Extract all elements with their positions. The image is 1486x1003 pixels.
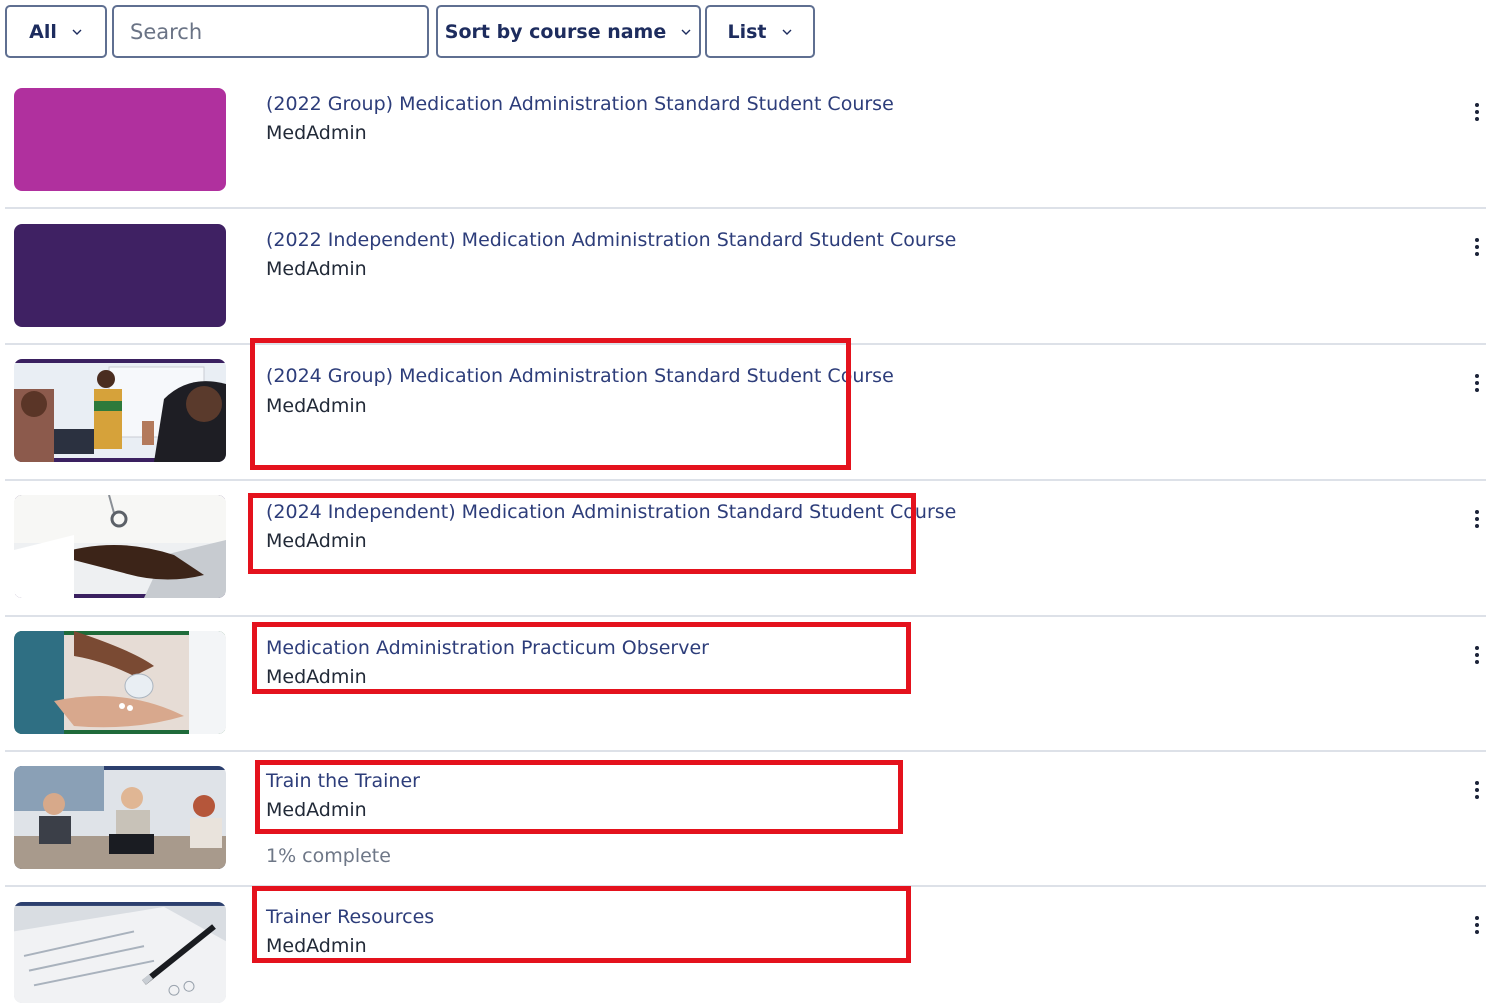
more-options-icon[interactable]	[1468, 100, 1486, 124]
course-thumbnail[interactable]	[14, 766, 226, 869]
view-mode-label: List	[727, 20, 767, 43]
filter-dropdown[interactable]: All	[5, 5, 107, 58]
course-thumbnail[interactable]	[14, 224, 226, 327]
search-placeholder: Search	[130, 19, 203, 44]
course-row: (2022 Independent) Medication Administra…	[5, 209, 1486, 345]
course-category: MedAdmin	[266, 258, 367, 280]
course-title-link[interactable]: (2024 Independent) Medication Administra…	[266, 501, 956, 523]
sort-dropdown[interactable]: Sort by course name	[436, 5, 701, 58]
course-thumbnail[interactable]	[14, 359, 226, 462]
course-category: MedAdmin	[266, 666, 367, 688]
more-options-icon[interactable]	[1468, 371, 1486, 395]
progress-text: 1% complete	[266, 845, 391, 867]
course-title-link[interactable]: (2022 Independent) Medication Administra…	[266, 229, 956, 251]
course-thumbnail[interactable]	[14, 631, 226, 734]
filter-label: All	[29, 20, 57, 43]
course-category: MedAdmin	[266, 935, 367, 957]
course-title-link[interactable]: (2024 Group) Medication Administration S…	[266, 365, 894, 387]
more-options-icon[interactable]	[1468, 507, 1486, 531]
course-row: (2024 Group) Medication Administration S…	[5, 345, 1486, 481]
more-options-icon[interactable]	[1468, 235, 1486, 259]
course-row: (2024 Independent) Medication Administra…	[5, 481, 1486, 617]
chevron-down-icon	[781, 26, 793, 38]
course-category: MedAdmin	[266, 530, 367, 552]
course-row: Medication Administration Practicum Obse…	[5, 616, 1486, 752]
course-row: Trainer Resources MedAdmin	[5, 887, 1486, 1003]
course-category: MedAdmin	[266, 122, 367, 144]
more-options-icon[interactable]	[1468, 643, 1486, 667]
course-title-link[interactable]: Medication Administration Practicum Obse…	[266, 637, 709, 659]
course-category: MedAdmin	[266, 395, 367, 417]
view-mode-dropdown[interactable]: List	[705, 5, 815, 58]
course-title-link[interactable]: (2022 Group) Medication Administration S…	[266, 93, 894, 115]
chevron-down-icon	[71, 26, 83, 38]
course-title-link[interactable]: Train the Trainer	[266, 770, 420, 792]
course-category: MedAdmin	[266, 799, 367, 821]
course-thumbnail[interactable]	[14, 902, 226, 1003]
course-row: Train the Trainer MedAdmin 1% complete	[5, 751, 1486, 887]
more-options-icon[interactable]	[1468, 913, 1486, 937]
sort-label: Sort by course name	[444, 20, 667, 43]
course-thumbnail[interactable]	[14, 495, 226, 598]
search-input[interactable]: Search	[112, 5, 429, 58]
course-thumbnail[interactable]	[14, 88, 226, 191]
chevron-down-icon	[680, 26, 692, 38]
course-row: (2022 Group) Medication Administration S…	[5, 73, 1486, 209]
more-options-icon[interactable]	[1468, 778, 1486, 802]
course-title-link[interactable]: Trainer Resources	[266, 906, 434, 928]
